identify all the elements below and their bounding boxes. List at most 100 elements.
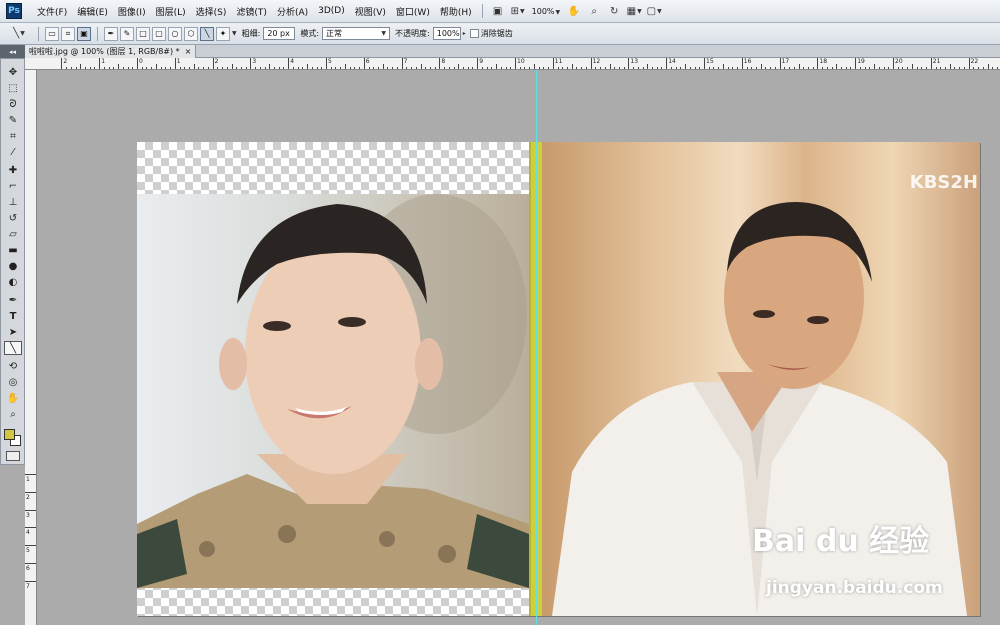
weight-input[interactable]: 20 px (263, 27, 296, 40)
ruler-label: 14 (668, 58, 676, 65)
ruler-major-tick (401, 58, 403, 69)
line-shape-icon[interactable]: ╲ (200, 26, 214, 41)
ruler-major-tick (250, 58, 252, 69)
gradient-icon[interactable]: ▬ (4, 243, 22, 257)
ruler-label: 2 (26, 493, 30, 501)
ruler-major-tick (779, 58, 781, 69)
shape-options-chevron-down-icon[interactable]: ▼ (232, 30, 237, 37)
menu-window[interactable]: 窗口(W) (391, 5, 435, 18)
ruler-major-tick (212, 58, 214, 69)
hand-icon[interactable]: ✋ (567, 4, 581, 18)
ruler-major-tick (439, 58, 441, 69)
brush-icon[interactable]: ⌐ (4, 179, 22, 193)
ruler-major-tick (930, 58, 932, 69)
options-separator (97, 26, 98, 41)
pen-tool-icon[interactable]: ✒ (104, 26, 118, 41)
polygon-shape-icon[interactable]: ⬡ (184, 26, 198, 41)
menu-3d[interactable]: 3D(D) (313, 6, 350, 16)
document-tab-title: 啦啦啦.jpg @ 100% (图层 1, RGB/8#) * (29, 47, 180, 56)
history-brush-icon[interactable]: ↺ (4, 211, 22, 225)
quick-select-icon[interactable]: ✎ (4, 113, 22, 127)
3d-orbit-icon[interactable]: ◎ (4, 375, 22, 389)
rotate-view-icon[interactable]: ↻ (607, 4, 621, 18)
menu-filter[interactable]: 滤镜(T) (231, 5, 272, 18)
eyedropper-icon[interactable]: ⁄ (4, 145, 22, 159)
menu-image[interactable]: 图像(I) (113, 5, 151, 18)
menu-select[interactable]: 选择(S) (191, 5, 232, 18)
ellipse-shape-icon[interactable]: ○ (168, 26, 182, 41)
options-separator (38, 26, 39, 41)
freeform-pen-icon[interactable]: ✎ (120, 26, 134, 41)
paths-icon[interactable]: ⌗ (61, 26, 75, 41)
zoom-level-dropdown[interactable]: 100%▼ (532, 7, 561, 16)
bridge-icon[interactable]: ▣ (491, 4, 505, 18)
rectangle-shape-icon[interactable]: □ (136, 26, 150, 41)
tool-preset-line-icon[interactable]: ╲ ▼ (8, 27, 30, 41)
screen-mode-icon[interactable]: ▢ ▼ (647, 4, 662, 18)
ruler-major-tick (515, 58, 516, 69)
right-photo: KBS2H Bai du 经验 jingyan.baidu.com (542, 142, 980, 616)
healing-icon[interactable]: ✚ (4, 163, 22, 177)
ruler-major-tick (25, 509, 36, 511)
lasso-icon[interactable]: ᘐ (4, 97, 22, 111)
antialias-label: 消除锯齿 (480, 29, 513, 38)
document-tab-bar: 啦啦啦.jpg @ 100% (图层 1, RGB/8#) * × (25, 45, 1000, 58)
fill-pixels-icon[interactable]: ▣ (77, 26, 91, 41)
antialias-checkbox[interactable] (469, 29, 479, 38)
baidu-watermark-logo: Bai du 经验 (752, 524, 930, 559)
baidu-watermark-url: jingyan.baidu.com (766, 578, 943, 598)
guide-line[interactable] (536, 70, 537, 625)
custom-shape-icon[interactable]: ✦ (216, 26, 230, 41)
ruler-major-tick (704, 58, 705, 69)
3d-rotate-icon[interactable]: ⟲ (4, 359, 22, 373)
shape-layers-icon[interactable]: ▭ (45, 26, 59, 41)
zoom-icon[interactable]: ⌕ (4, 407, 22, 421)
left-photo (137, 194, 529, 588)
options-bar: ╲ ▼ ▭ ⌗ ▣ ✒ ✎ □ ▢ ○ ⬡ ╲ ✦ ▼ 粗细: 20 px 模式:… (0, 23, 1000, 45)
menu-help[interactable]: 帮助(H) (435, 5, 477, 18)
document-tab[interactable]: 啦啦啦.jpg @ 100% (图层 1, RGB/8#) * × (25, 45, 197, 58)
blur-icon[interactable]: ● (4, 259, 22, 273)
ruler-label: 5 (328, 58, 332, 65)
menu-edit[interactable]: 编辑(E) (72, 5, 113, 18)
document-canvas[interactable]: KBS2H Bai du 经验 jingyan.baidu.com (137, 142, 980, 616)
photoshop-logo-icon: Ps (6, 3, 22, 19)
mode-select[interactable]: 正常 ▼ (322, 27, 391, 40)
menu-layer[interactable]: 图层(L) (151, 5, 191, 18)
dodge-icon[interactable]: ◐ (4, 275, 22, 289)
hand-icon[interactable]: ✋ (4, 391, 22, 405)
foreground-color-swatch[interactable] (4, 429, 15, 440)
eraser-icon[interactable]: ▱ (4, 227, 22, 241)
ruler-major-tick (628, 58, 630, 69)
menu-file[interactable]: 文件(F) (32, 5, 72, 18)
path-select-icon[interactable]: ➤ (4, 325, 22, 339)
type-icon[interactable]: T (4, 309, 22, 323)
quick-mask-icon[interactable] (6, 451, 20, 461)
marquee-icon[interactable]: ⬚ (4, 81, 22, 95)
arrange-documents-icon[interactable]: ▦ ▼ (627, 4, 642, 18)
ruler-major-tick (741, 58, 743, 69)
ruler-major-tick (25, 562, 36, 564)
ruler-major-tick (25, 545, 36, 547)
ruler-label: 2 (63, 58, 68, 65)
menu-analysis[interactable]: 分析(A) (272, 5, 313, 18)
line-icon[interactable]: ╲ (4, 341, 22, 355)
menu-view[interactable]: 视图(V) (350, 5, 391, 18)
ruler-label: 9 (479, 58, 484, 65)
view-extras-icon[interactable]: ⊞ ▼ (511, 4, 525, 18)
zoom-icon[interactable]: ⌕ (587, 4, 601, 18)
opacity-input[interactable]: 100% (432, 27, 461, 40)
pen-icon[interactable]: ✒ (4, 293, 22, 307)
ruler-label: 22 (970, 58, 979, 65)
move-icon[interactable]: ✥ (4, 65, 22, 79)
close-icon[interactable]: × (185, 47, 192, 56)
ruler-major-tick (25, 527, 36, 529)
ruler-major-tick (25, 474, 36, 475)
opacity-slider-chevron-icon[interactable]: ▸ (463, 30, 466, 37)
crop-icon[interactable]: ⌗ (4, 129, 22, 143)
panel-collapse-button[interactable]: ◂◂ (0, 45, 25, 58)
ruler-major-tick (61, 58, 63, 69)
rounded-rectangle-icon[interactable]: ▢ (152, 26, 166, 41)
ruler-major-tick (552, 58, 554, 69)
stamp-icon[interactable]: ⊥ (4, 195, 22, 209)
